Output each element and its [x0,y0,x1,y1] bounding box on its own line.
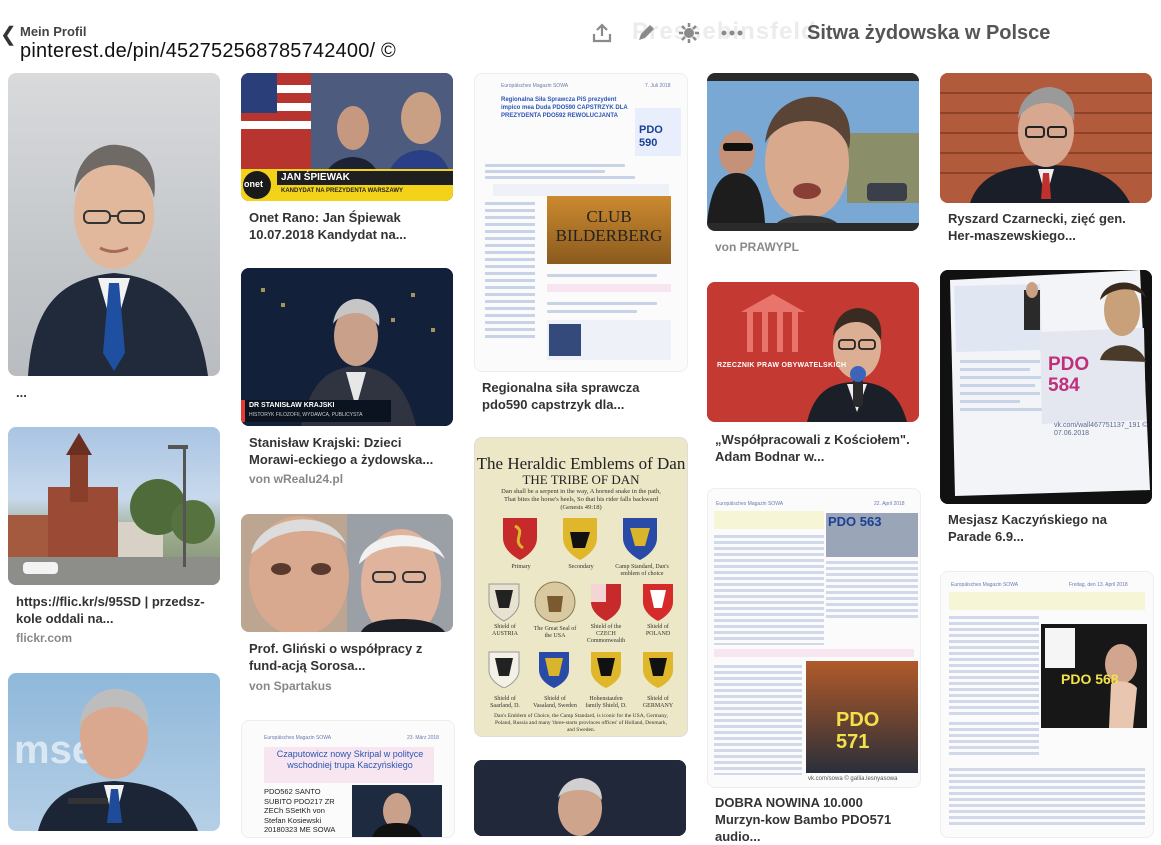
pin-card[interactable]: onet JAN ŚPIEWAK KANDYDAT NA PREZYDENTA … [241,73,453,248]
pin-caption[interactable]: Ryszard Czarnecki, zięć gen. Her-maszews… [948,210,1148,244]
settings-icon[interactable] [676,20,702,46]
pin-image-heraldic-emblems[interactable]: The Heraldic Emblems of Dan THE TRIBE OF… [474,437,688,737]
shield-label: Primary [511,564,531,570]
pdo-badge-text: PDO 590 [639,124,663,149]
pin-source[interactable]: von wRealu24.pl [249,472,343,486]
pin-caption[interactable]: DOBRA NOWINA 10.000 Murzyn-kow Bambo PDO… [715,794,915,845]
pin-card[interactable]: von PRAWYPL [707,73,919,263]
pin-card[interactable] [474,760,686,836]
pin-card[interactable]: PDO 584 vk.com/wall467751137_191 © 07.06… [940,270,1152,550]
doc-date-text: 7. Juli 2018 [645,83,671,89]
shield-label: Shield of the CZECH Commonwealth [586,624,626,644]
pin-caption[interactable]: Prof. Gliński o współpracy z fund-acją S… [249,640,449,674]
top-bar: ❮ Mein Profil pinterest.de/pin/452752568… [0,0,1161,66]
pin-card[interactable]: Ryszard Czarnecki, zięć gen. Her-maszews… [940,73,1152,248]
pin-image-onet-broadcast[interactable]: onet JAN ŚPIEWAK KANDYDAT NA PREZYDENTA … [241,73,453,201]
pin-source[interactable]: flickr.com [16,631,72,645]
heraldic-footer-text: Dan's Emblem of Choice, the Camp Standar… [494,713,668,733]
doc-footer-text: vk.com/sowa © gallia.lesnyasowa [808,776,898,782]
doc-brand-text: Europäisches Magazin SOWA [716,501,784,507]
doc-date-text: 23. März 2018 [407,735,439,741]
pin-image-pdo571-article[interactable]: Europäisches Magazin SOWA 22. April 2018… [707,488,921,788]
pin-card[interactable]: Europäisches Magazin SOWA Freitag, den 1… [940,571,1154,838]
pin-image-sowa-article[interactable]: Europäisches Magazin SOWA 23. März 2018 … [241,720,455,838]
pin-image-speaker-portrait[interactable]: mse [8,673,220,831]
pin-image-pdo568-article[interactable]: Europäisches Magazin SOWA Freitag, den 1… [940,571,1154,838]
pin-caption[interactable]: Onet Rano: Jan Śpiewak 10.07.2018 Kandyd… [249,209,449,243]
pdo-badge-text: PDO 568 [1061,671,1119,687]
shield-label: Shield of POLAND [645,624,671,637]
pin-caption[interactable]: Mesjasz Kaczyńskiego na Parade 6.9... [948,511,1148,545]
shield-label: Camp Standard, Dan's emblem of choice [615,564,669,577]
heraldic-quote-text: Dan shall be a serpent in the way, A hor… [501,488,661,511]
pdo-badge-text: PDO 563 [828,514,882,529]
heraldic-subtitle-text: THE TRIBE OF DAN [522,472,640,487]
shield-label: Shield of Vasaland, Sweden [533,696,577,709]
pin-image-selfie-video[interactable] [707,73,919,231]
pin-url: pinterest.de/pin/452752568785742400/ © [20,40,396,62]
pin-caption[interactable]: https://flic.kr/s/95SD | przedsz-kole od… [16,593,216,627]
pin-image-church-street[interactable] [8,427,220,585]
doc-brand-text: Europäisches Magazin SOWA [501,83,569,89]
doc-title-text: Czaputowicz nowy Skripal w polityce wsch… [276,749,424,770]
pin-image-pdo590-article[interactable]: Europäisches Magazin SOWA 7. Juli 2018 R… [474,73,688,372]
pin-source[interactable]: von Spartakus [249,679,332,693]
pin-card[interactable]: Europäisches Magazin SOWA 7. Juli 2018 R… [474,73,688,418]
pin-caption[interactable]: Stanisław Krajski: Dzieci Morawi-eckiego… [249,434,449,468]
share-icon[interactable] [589,20,615,46]
shield-label: Hohenstaufen family Shield, D. [585,696,627,709]
pin-card[interactable]: Europäisches Magazin SOWA 23. März 2018 … [241,720,455,838]
back-arrow-icon[interactable]: ❮ [0,22,17,47]
broadcast-name-text: JAN ŚPIEWAK [281,172,350,183]
ombudsman-sign-text: RZECZNIK PRAW OBYWATELSKICH [717,362,847,369]
shield-label: Shield of AUSTRIA [491,624,518,637]
pin-card[interactable]: Europäisches Magazin SOWA 22. April 2018… [707,488,921,844]
pin-image-two-men[interactable] [241,514,453,632]
pin-image-pdo584-collage[interactable]: PDO 584 vk.com/wall467751137_191 © 07.06… [940,270,1152,504]
doc-brand-text: Europäisches Magazin SOWA [951,582,1019,588]
pin-image-interview[interactable]: DR STANISŁAW KRAJSKI HISTORYK FILOZOFII,… [241,268,453,426]
pin-image-man-at-podium[interactable] [474,760,686,836]
back-to-profile-link[interactable]: Mein Profil [20,24,86,39]
club-bilderberg-text: CLUB BILDERBERG [555,207,663,245]
doc-date-text: Freitag, den 13. April 2018 [1069,582,1128,588]
board-title: Sitwa żydowska w Polsce [807,22,1051,44]
pin-image-ombudsman[interactable]: RZECZNIK PRAW OBYWATELSKICH [707,282,919,422]
doc-date-text: 22. April 2018 [874,501,905,507]
pin-caption[interactable]: ... [16,384,216,401]
shield-label: Shield of GERMANY [642,696,674,709]
pin-card[interactable]: ... [8,73,220,403]
interview-name-text: DR STANISŁAW KRAJSKI [249,402,335,409]
shield-label: Secondary [568,564,594,570]
shield-label: Shield of Saarland, D. [490,696,520,709]
doc-brand-text: Europäisches Magazin SOWA [264,735,332,741]
pin-image-czarnecki-portrait[interactable] [940,73,1152,203]
pdo-badge-text: PDO 571 [836,709,880,753]
doc-title-text: Regionalna Siła Sprawcza PiS prezydent i… [501,97,628,119]
pin-card[interactable]: mse [8,673,220,831]
heraldic-title-text: The Heraldic Emblems of Dan [476,454,686,473]
pin-image-politician-portrait[interactable] [8,73,220,376]
onet-logo-text: onet [244,179,263,189]
pin-source[interactable]: von PRAWYPL [715,240,799,254]
pin-card[interactable]: RZECZNIK PRAW OBYWATELSKICH „Współpracow… [707,282,919,467]
pin-card[interactable]: DR STANISŁAW KRAJSKI HISTORYK FILOZOFII,… [241,268,453,493]
pin-caption[interactable]: Regionalna siła sprawcza pdo590 capstrzy… [482,379,682,413]
shield-label: The Great Seal of the USA [533,626,577,639]
pin-caption[interactable]: „Współpracowali z Kościołem". Adam Bodna… [715,431,915,465]
more-icon[interactable] [719,20,745,46]
broadcast-sub-text: KANDYDAT NA PREZYDENTA WARSZAWY [281,188,403,194]
edit-icon[interactable] [633,20,659,46]
pin-card[interactable]: https://flic.kr/s/95SD | przedsz-kole od… [8,427,220,657]
doc-footer-text: vk.com/wall467751137_191 © 07.06.2018 [1054,422,1148,437]
interview-sub-text: HISTORYK FILOZOFII, WYDAWCA, PUBLICYSTA [249,412,363,418]
doc-body-text: PDO562 SANTO SUBITO PDO217 ZR ZECh SSetK… [264,787,336,834]
pin-card[interactable]: Prof. Gliński o współpracy z fund-acją S… [241,514,453,694]
pdo-badge-text: PDO 584 [1048,354,1090,396]
pin-card[interactable]: The Heraldic Emblems of Dan THE TRIBE OF… [474,437,688,737]
